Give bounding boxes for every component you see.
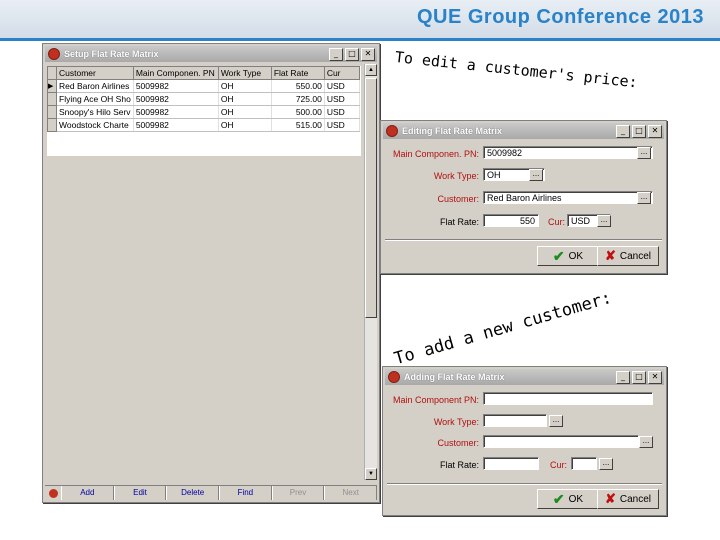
app-icon (386, 125, 398, 137)
add-window: Adding Flat Rate Matrix _ □ ✕ Main Compo… (382, 366, 667, 516)
find-button[interactable]: Find (219, 486, 272, 500)
vertical-scrollbar[interactable]: ▲ ▼ (364, 64, 377, 480)
cancel-label: Cancel (619, 493, 652, 505)
customer-lookup-button[interactable]: ... (639, 436, 653, 448)
close-button[interactable]: ✕ (361, 47, 375, 61)
ok-button[interactable]: ✔ OK (537, 489, 599, 509)
checkmark-icon: ✔ (552, 490, 565, 507)
setup-window-title: Setup Flat Rate Matrix (64, 49, 159, 59)
customer-label: Customer: (437, 194, 479, 204)
cur-label: Cur: (549, 460, 567, 470)
minimize-button[interactable]: _ (329, 47, 343, 61)
cur-lookup-button[interactable]: ... (599, 458, 613, 470)
cancel-label: Cancel (619, 250, 652, 262)
customer-field[interactable]: Red Baron Airlines (483, 191, 653, 204)
checkmark-icon: ✔ (552, 247, 565, 264)
work-type-label: Work Type: (433, 171, 479, 181)
ok-button[interactable]: ✔ OK (537, 246, 599, 266)
prev-button[interactable]: Prev (271, 486, 325, 500)
cur-field[interactable] (571, 457, 597, 470)
col-flat-rate[interactable]: Flat Rate (270, 66, 325, 80)
customer-label: Customer: (437, 438, 479, 448)
customer-field[interactable] (483, 435, 639, 448)
edit-annotation: To edit a customer's price: (394, 48, 639, 92)
cancel-x-icon: ✘ (604, 491, 616, 506)
scroll-up-icon[interactable]: ▲ (365, 64, 377, 76)
col-work-type[interactable]: Work Type (217, 66, 272, 80)
minimize-button[interactable]: _ (616, 370, 630, 384)
setup-window: Setup Flat Rate Matrix _ □ ✕ Customer Ma… (42, 43, 380, 503)
work-type-field[interactable] (483, 414, 547, 427)
edit-button[interactable]: Edit (113, 486, 167, 500)
delete-button[interactable]: Delete (166, 486, 220, 500)
table-row[interactable]: Snoopy's Hilo Serv 5009982 OH 500.00 USD (47, 105, 360, 119)
flat-rate-grid: Customer Main Componen. PN Work Type Fla… (47, 66, 361, 156)
table-row[interactable]: Woodstock Charte 5009982 OH 515.00 USD (47, 118, 360, 132)
table-row[interactable]: Flying Ace OH Sho 5009982 OH 725.00 USD (47, 92, 360, 106)
flat-rate-label: Flat Rate: (439, 460, 479, 470)
add-window-title: Adding Flat Rate Matrix (404, 372, 505, 382)
conference-title: QUE Group Conference 2013 (416, 6, 704, 28)
cancel-button[interactable]: ✘ Cancel (597, 246, 659, 266)
setup-titlebar[interactable]: Setup Flat Rate Matrix _ □ ✕ (45, 46, 377, 62)
work-type-lookup-button[interactable]: ... (549, 415, 563, 427)
edit-window-title: Editing Flat Rate Matrix (402, 126, 503, 136)
nav-app-icon (45, 486, 61, 500)
work-type-label: Work Type: (433, 417, 479, 427)
work-type-lookup-button[interactable]: ... (529, 169, 543, 181)
main-pn-field[interactable] (483, 392, 653, 405)
flat-rate-field[interactable] (483, 457, 539, 470)
add-annotation: To add a new customer: (392, 287, 614, 370)
cancel-button[interactable]: ✘ Cancel (597, 489, 659, 509)
ok-label: OK (568, 493, 584, 505)
main-pn-label: Main Component PN: (392, 395, 479, 405)
app-icon (48, 48, 60, 60)
add-button[interactable]: Add (61, 486, 114, 500)
close-button[interactable]: ✕ (648, 124, 662, 138)
button-separator (385, 239, 662, 241)
maximize-button[interactable]: □ (632, 124, 646, 138)
close-button[interactable]: ✕ (648, 370, 662, 384)
main-pn-label: Main Componen. PN: (392, 149, 479, 159)
add-titlebar[interactable]: Adding Flat Rate Matrix _ □ ✕ (385, 369, 664, 385)
current-row-indicator-icon: ▶ (47, 79, 57, 93)
minimize-button[interactable]: _ (616, 124, 630, 138)
next-button[interactable]: Next (324, 486, 378, 500)
scroll-down-icon[interactable]: ▼ (365, 468, 377, 480)
maximize-button[interactable]: □ (632, 370, 646, 384)
scroll-thumb[interactable] (365, 78, 377, 318)
customer-lookup-button[interactable]: ... (637, 192, 651, 204)
cancel-x-icon: ✘ (604, 248, 616, 263)
maximize-button[interactable]: □ (345, 47, 359, 61)
grid-header-row: Customer Main Componen. PN Work Type Fla… (47, 66, 360, 80)
flat-rate-label: Flat Rate: (439, 217, 479, 227)
record-nav-bar: Add Edit Delete Find Prev Next (45, 485, 378, 500)
col-cur[interactable]: Cur (323, 66, 360, 80)
main-pn-lookup-button[interactable]: ... (637, 147, 651, 159)
cur-label: Cur: (547, 217, 565, 227)
header-rule (0, 38, 720, 41)
flat-rate-field[interactable]: 550 (483, 214, 539, 227)
col-main-pn[interactable]: Main Componen. PN (132, 66, 219, 80)
col-customer[interactable]: Customer (56, 66, 134, 80)
edit-titlebar[interactable]: Editing Flat Rate Matrix _ □ ✕ (383, 123, 664, 139)
button-separator (387, 483, 662, 485)
cur-lookup-button[interactable]: ... (597, 215, 611, 227)
ok-label: OK (568, 250, 584, 262)
edit-window: Editing Flat Rate Matrix _ □ ✕ Main Comp… (380, 120, 667, 274)
table-row[interactable]: ▶ Red Baron Airlines 5009982 OH 550.00 U… (47, 79, 360, 93)
app-icon (388, 371, 400, 383)
main-pn-field[interactable]: 5009982 (483, 146, 653, 159)
